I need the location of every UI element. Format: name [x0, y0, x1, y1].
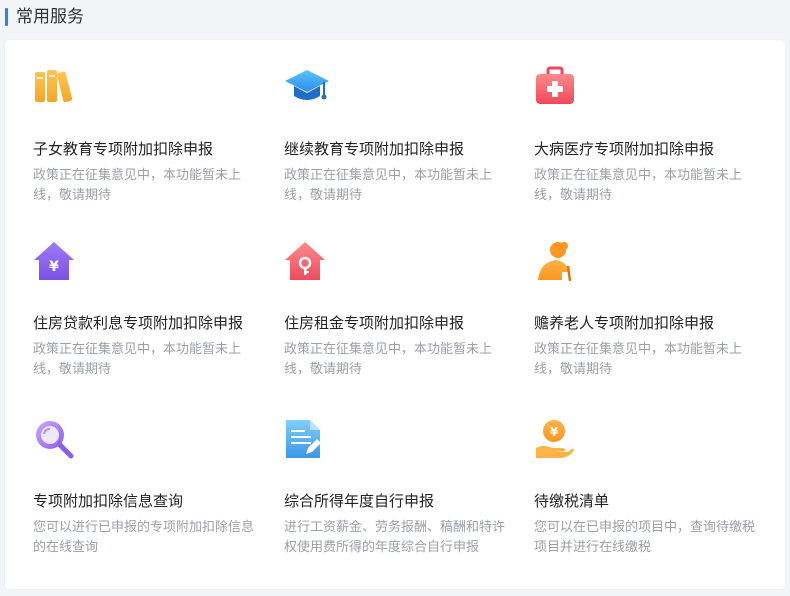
house-key-icon: [284, 240, 326, 282]
service-continuing-education[interactable]: 继续教育专项附加扣除申报 政策正在征集意见中，本功能暂未上线，敬请期待: [284, 66, 514, 226]
service-desc: 政策正在征集意见中，本功能暂未上线，敬请期待: [534, 168, 743, 203]
svg-text:¥: ¥: [550, 425, 559, 439]
service-desc: 进行工资薪金、劳务报酬、稿酬和特许权使用费所得的年度综合自行申报: [284, 520, 506, 555]
service-child-education[interactable]: 子女教育专项附加扣除申报 政策正在征集意见中，本功能暂未上线，敬请期待: [33, 66, 263, 226]
section-title: 常用服务: [16, 7, 84, 27]
hand-coin-icon: ¥: [534, 418, 576, 460]
service-name: 待缴税清单: [534, 492, 610, 510]
service-info-query[interactable]: 专项附加扣除信息查询 您可以进行已申报的专项附加扣除信息的在线查询: [33, 418, 263, 578]
books-icon: [33, 66, 75, 108]
service-name: 专项附加扣除信息查询: [33, 492, 184, 510]
service-elder-support[interactable]: 赡养老人专项附加扣除申报 政策正在征集意见中，本功能暂未上线，敬请期待: [534, 240, 764, 400]
house-loan-icon: ¥: [33, 240, 75, 282]
service-annual-filing[interactable]: 综合所得年度自行申报 进行工资薪金、劳务报酬、稿酬和特许权使用费所得的年度综合自…: [284, 418, 514, 578]
magnifier-icon: [33, 418, 75, 460]
section-accent-bar: [5, 8, 8, 26]
service-name: 子女教育专项附加扣除申报: [33, 140, 214, 158]
service-desc: 政策正在征集意见中，本功能暂未上线，敬请期待: [284, 342, 493, 377]
service-name: 住房租金专项附加扣除申报: [284, 314, 465, 332]
service-desc: 您可以进行已申报的专项附加扣除信息的在线查询: [33, 520, 255, 555]
service-medical[interactable]: 大病医疗专项附加扣除申报 政策正在征集意见中，本功能暂未上线，敬请期待: [534, 66, 764, 226]
service-name: 大病医疗专项附加扣除申报: [534, 140, 715, 158]
service-desc: 政策正在征集意见中，本功能暂未上线，敬请期待: [33, 342, 242, 377]
elder-person-icon: [534, 240, 576, 282]
service-name: 综合所得年度自行申报: [284, 492, 435, 510]
document-edit-icon: [284, 418, 326, 460]
service-desc: 政策正在征集意见中，本功能暂未上线，敬请期待: [33, 168, 242, 203]
service-name: 继续教育专项附加扣除申报: [284, 140, 465, 158]
service-pending-tax[interactable]: ¥ 待缴税清单 您可以在已申报的项目中，查询待缴税项目并进行在线缴税: [534, 418, 764, 578]
section-header: 常用服务: [0, 0, 790, 36]
graduation-cap-icon: [284, 66, 329, 108]
medical-kit-icon: [534, 66, 576, 108]
service-name: 住房贷款利息专项附加扣除申报: [33, 314, 244, 332]
services-card: 子女教育专项附加扣除申报 政策正在征集意见中，本功能暂未上线，敬请期待 继续教育…: [5, 40, 785, 589]
service-housing-rent[interactable]: 住房租金专项附加扣除申报 政策正在征集意见中，本功能暂未上线，敬请期待: [284, 240, 514, 400]
svg-text:¥: ¥: [49, 259, 59, 275]
service-desc: 政策正在征集意见中，本功能暂未上线，敬请期待: [284, 168, 493, 203]
service-name: 赡养老人专项附加扣除申报: [534, 314, 715, 332]
service-desc: 政策正在征集意见中，本功能暂未上线，敬请期待: [534, 342, 743, 377]
service-housing-loan[interactable]: ¥ 住房贷款利息专项附加扣除申报 政策正在征集意见中，本功能暂未上线，敬请期待: [33, 240, 263, 400]
service-desc: 您可以在已申报的项目中，查询待缴税项目并进行在线缴税: [534, 520, 756, 555]
